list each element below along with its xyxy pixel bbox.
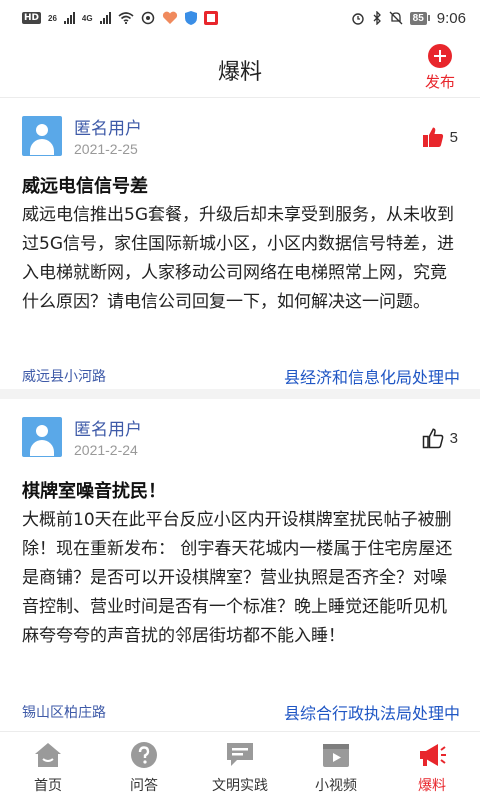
battery-level: 85	[409, 11, 427, 25]
like-button[interactable]: 5	[422, 126, 458, 148]
like-count: 3	[449, 429, 458, 447]
swirl-app-icon	[141, 11, 154, 25]
post-date: 2021-2-24	[74, 442, 138, 458]
publish-button[interactable]: 发布	[420, 44, 460, 92]
shield-app-icon	[184, 11, 197, 25]
battery-icon: 85	[409, 11, 430, 25]
tab-short-video[interactable]: 小视频	[288, 732, 384, 800]
tab-home[interactable]: 首页	[0, 732, 96, 800]
health-app-icon	[162, 11, 177, 24]
wifi-icon	[118, 12, 134, 24]
add-circle-icon	[428, 44, 452, 68]
tab-disclosure[interactable]: 爆料	[384, 732, 480, 800]
alarm-icon	[351, 13, 364, 25]
page-title: 爆料	[217, 60, 262, 85]
publish-label: 发布	[424, 73, 455, 91]
header-bar: 爆料 发布	[0, 36, 480, 98]
handling-department[interactable]: 县综合行政执法局处理中	[284, 700, 460, 724]
tab-qa[interactable]: 问答	[96, 732, 192, 800]
sim2-label: 4G	[81, 13, 93, 23]
home-icon	[35, 743, 61, 767]
book-app-icon	[203, 11, 218, 25]
tab-label: 文明实践	[212, 778, 268, 794]
status-time: 9:06	[436, 9, 466, 27]
tab-label: 首页	[34, 778, 62, 794]
tab-civilization-practice[interactable]: 文明实践	[192, 732, 288, 800]
chat-icon	[227, 743, 253, 766]
post-card[interactable]: 匿名用户 2021-2-24 3 棋牌室噪音扰民！ 大概前10天在此平台反应小区…	[0, 399, 480, 731]
post-date: 2021-2-25	[74, 141, 138, 157]
signal-icon	[63, 12, 75, 24]
post-body: 威远电信推出5G套餐，升级后却未享受到服务，从未收到过5G信号，家住国际新城小区…	[22, 205, 454, 312]
tab-label: 问答	[130, 778, 158, 794]
video-icon	[323, 744, 349, 767]
thumbs-up-filled-icon	[422, 127, 443, 147]
post-card[interactable]: 匿名用户 2021-2-25 5 威远电信信号差 威远电信推出5G套餐，升级后却…	[0, 98, 480, 399]
status-bar: HD 26 4G 85 9:06	[0, 0, 480, 36]
thumbs-up-outline-icon	[422, 428, 444, 449]
user-name: 匿名用户	[74, 420, 142, 440]
post-title: 棋牌室噪音扰民！	[22, 481, 166, 502]
question-icon	[131, 742, 157, 768]
bluetooth-icon	[373, 11, 381, 25]
megaphone-icon	[420, 744, 446, 766]
tab-label: 小视频	[315, 778, 357, 794]
like-button[interactable]: 3	[422, 427, 458, 449]
bottom-tab-bar: 首页 问答 文明实践 小视频 爆料	[0, 731, 480, 800]
post-location: 锡山区柏庄路	[22, 705, 106, 721]
signal-icon-2	[99, 12, 111, 24]
like-count: 5	[449, 128, 458, 146]
mute-icon	[389, 11, 403, 25]
avatar	[22, 116, 62, 156]
sim1-label: 26	[48, 13, 57, 23]
divider	[0, 389, 480, 399]
avatar	[22, 417, 62, 457]
hd-indicator: HD	[22, 12, 42, 24]
handling-department[interactable]: 县经济和信息化局处理中	[284, 364, 460, 388]
user-name: 匿名用户	[74, 119, 142, 139]
post-body: 大概前10天在此平台反应小区内开设棋牌室扰民帖子被删除！现在重新发布： 创宇春天…	[22, 510, 453, 646]
post-title: 威远电信信号差	[22, 176, 148, 197]
post-location: 威远县小河路	[22, 369, 106, 385]
tab-label: 爆料	[418, 778, 446, 794]
